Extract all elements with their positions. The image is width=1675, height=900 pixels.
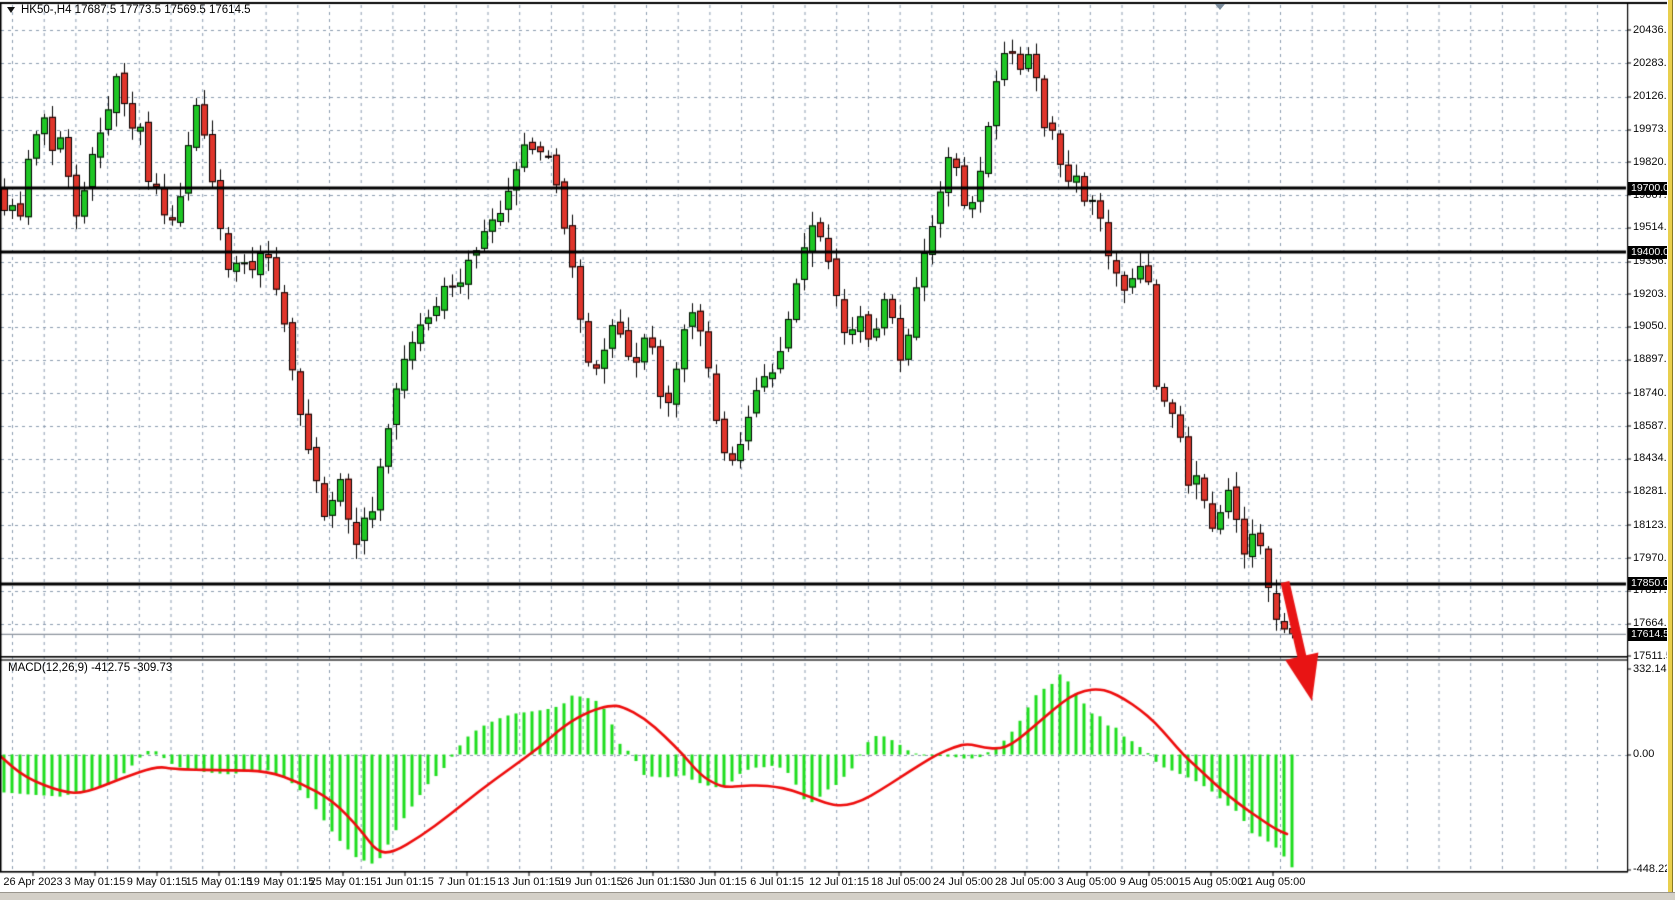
window-bottom-bar xyxy=(0,892,1675,900)
symbol-ohlc-text: HK50-,H4 17687.5 17773.5 17569.5 17614.5 xyxy=(21,4,251,16)
date-label: 3 Aug 05:00 xyxy=(1058,876,1117,888)
symbol-ohlc-title: HK50-,H4 17687.5 17773.5 17569.5 17614.5 xyxy=(7,4,251,16)
trading-chart-window: HK50-,H4 17687.5 17773.5 17569.5 17614.5… xyxy=(0,0,1675,900)
date-label: 25 May 01:15 xyxy=(310,876,377,888)
date-label: 15 May 01:15 xyxy=(186,876,253,888)
date-label: 26 Jun 01:15 xyxy=(621,876,685,888)
date-label: 7 Jun 01:15 xyxy=(438,876,496,888)
window-edge-highlight xyxy=(1668,0,1673,900)
date-label: 9 Aug 05:00 xyxy=(1120,876,1179,888)
macd-tick-label: 332.14 xyxy=(1633,663,1667,675)
macd-tick-label: -448.22 xyxy=(1633,863,1670,875)
date-label: 1 Jun 01:15 xyxy=(376,876,434,888)
date-label: 28 Jul 05:00 xyxy=(995,876,1055,888)
date-label: 6 Jul 01:15 xyxy=(750,876,804,888)
window-right-edge xyxy=(1667,0,1675,900)
symbol-dropdown-icon[interactable] xyxy=(7,7,15,13)
date-label: 19 Jun 01:15 xyxy=(559,876,623,888)
date-label: 9 May 01:15 xyxy=(127,876,188,888)
date-label: 30 Jun 01:15 xyxy=(683,876,747,888)
macd-tick-label: 0.00 xyxy=(1633,748,1654,760)
date-label: 12 Jul 01:15 xyxy=(809,876,869,888)
date-label: 19 May 01:15 xyxy=(248,876,315,888)
date-label: 21 Aug 05:00 xyxy=(1241,876,1306,888)
date-label: 24 Jul 05:00 xyxy=(933,876,993,888)
date-label: 18 Jul 05:00 xyxy=(871,876,931,888)
date-label: 15 Aug 05:00 xyxy=(1179,876,1244,888)
date-label: 26 Apr 2023 xyxy=(3,876,62,888)
object-anchor-icon[interactable] xyxy=(1215,4,1225,10)
chart-canvas[interactable] xyxy=(0,0,1675,900)
macd-indicator-label: MACD(12,26,9) -412.75 -309.73 xyxy=(8,662,172,674)
date-label: 3 May 01:15 xyxy=(65,876,126,888)
date-label: 13 Jun 01:15 xyxy=(497,876,561,888)
